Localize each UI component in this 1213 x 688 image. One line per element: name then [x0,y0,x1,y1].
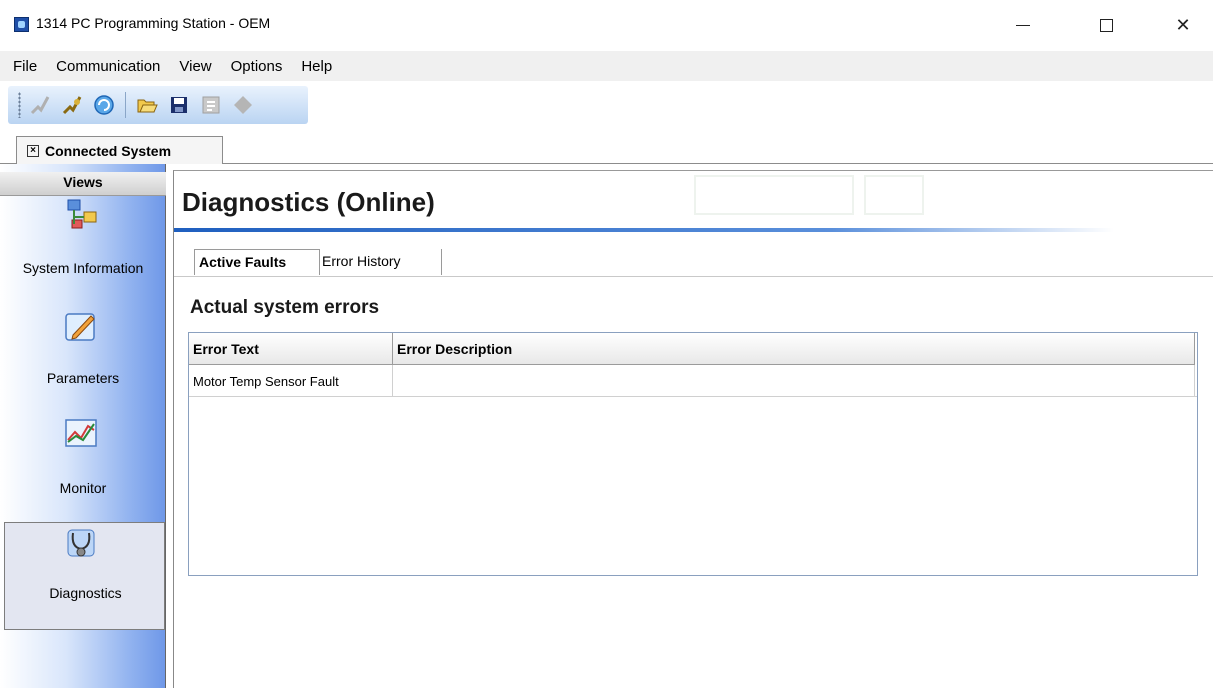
close-icon[interactable]: × [27,144,39,157]
diagnostics-tabs: Active Faults Error History [174,245,1213,277]
menu-file[interactable]: File [10,56,40,77]
maximize-icon [1099,18,1113,32]
open-button[interactable] [134,92,160,118]
sidebar-item-system-information[interactable]: System Information [0,198,166,306]
minimize-button[interactable] [1000,8,1046,42]
errors-table: Error Text Error Description Motor Temp … [188,332,1198,576]
tab-active-faults[interactable]: Active Faults [194,249,320,275]
title-bar: 1314 PC Programming Station - OEM ✕ [0,0,1213,50]
document-tab-strip: × Connected System [0,128,1213,164]
views-sidebar: Views System Information Parameters Moni… [0,164,166,688]
sidebar-item-label: Diagnostics [49,585,122,601]
menu-communication[interactable]: Communication [53,56,163,77]
menu-view[interactable]: View [176,56,214,77]
minimize-icon [1016,24,1030,26]
toolbar-strip [8,86,308,124]
save-icon [171,97,187,113]
connect-icon [62,96,82,115]
sidebar-item-diagnostics[interactable]: Diagnostics [4,522,165,630]
table-cell-error-text: Motor Temp Sensor Fault [189,365,393,397]
tab-label: Connected System [45,142,172,159]
refresh-button[interactable] [91,92,117,118]
close-icon: ✕ [1175,14,1191,36]
menu-bar: File Communication View Options Help [0,51,1213,81]
table-header: Error Text Error Description [189,333,1197,365]
views-header: Views [0,172,166,196]
table-row[interactable]: Motor Temp Sensor Fault [189,365,1197,397]
program-button[interactable] [198,92,224,118]
column-header-error-text[interactable]: Error Text [189,333,393,365]
menu-help[interactable]: Help [298,56,335,77]
sidebar-item-label: System Information [22,260,144,276]
sidebar-item-parameters[interactable]: Parameters [0,306,166,414]
diagnostics-icon [67,529,95,557]
stop-button[interactable] [230,92,256,118]
connect-button[interactable] [59,92,85,118]
main-panel: Diagnostics (Online) Active Faults Error… [173,170,1213,688]
parameters-icon [65,313,95,341]
page-title: Diagnostics (Online) [182,187,435,217]
window-title: 1314 PC Programming Station - OEM [36,15,271,31]
stop-icon [234,96,252,114]
maximize-button[interactable] [1083,8,1129,42]
save-button[interactable] [166,92,192,118]
close-button[interactable]: ✕ [1160,8,1206,42]
disconnect-button[interactable] [27,92,53,118]
title-underline [174,228,1114,232]
refresh-icon [94,95,114,115]
watermark-shape [864,175,924,215]
toolbar-grip[interactable] [18,92,21,118]
system-information-icon [67,199,97,229]
sidebar-item-label: Monitor [59,480,107,496]
program-icon [202,96,220,114]
sidebar-item-monitor[interactable]: Monitor [0,414,166,522]
sidebar-item-label: Parameters [46,370,120,386]
app-icon [14,17,29,32]
menu-options[interactable]: Options [228,56,286,77]
section-title: Actual system errors [190,297,380,318]
tab-error-history[interactable]: Error History [322,249,442,275]
monitor-icon [65,419,97,447]
disconnect-icon [30,96,50,115]
toolbar-separator [125,92,126,118]
open-folder-icon [137,99,158,113]
watermark-shape [694,175,854,215]
table-cell-error-description [393,365,1195,397]
tab-connected-system[interactable]: × Connected System [16,136,223,164]
column-header-error-description[interactable]: Error Description [393,333,1195,365]
toolbar [0,82,1213,128]
